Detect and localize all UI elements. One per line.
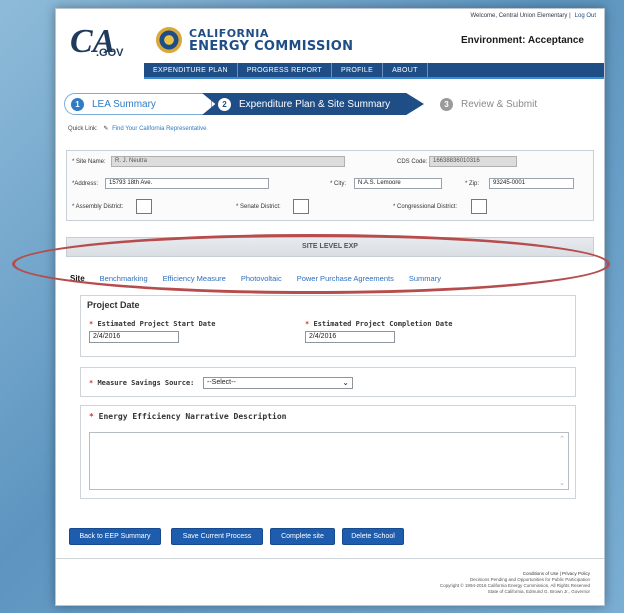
chevron-down-icon: ⌄ — [342, 378, 349, 387]
step-number: 2 — [218, 97, 231, 111]
completion-date-field[interactable]: 2/4/2016 — [305, 331, 395, 343]
step-review-submit[interactable]: 3 Review & Submit — [434, 93, 598, 115]
narrative-textarea[interactable]: ⌃ ⌄ — [89, 432, 569, 490]
assembly-district-label: * Assembly District: — [72, 204, 124, 210]
site-header: CA .GOV CALIFORNIA ENERGY COMMISSION Env… — [56, 23, 604, 63]
footer: Conditions of Use | Privacy Policy Decis… — [440, 571, 590, 595]
congressional-district-field[interactable] — [471, 199, 487, 214]
quick-link-label: Quick Link: — [68, 126, 98, 132]
assembly-district-field[interactable] — [136, 199, 152, 214]
site-name-field[interactable]: R. J. Neutra — [111, 156, 345, 167]
project-date-title: Project Date — [87, 300, 140, 310]
footer-divider — [56, 558, 604, 559]
narrative-title: * Energy Efficiency Narrative Descriptio… — [89, 412, 287, 421]
completion-date-label: * Estimated Project Completion Date — [305, 320, 453, 328]
step-lea-summary[interactable]: 1 LEA Summary — [64, 93, 212, 115]
scroll-down-icon[interactable]: ⌄ — [558, 479, 566, 487]
nav-progress-report[interactable]: PROGRESS REPORT — [238, 63, 332, 77]
complete-site-button[interactable]: Complete site — [270, 528, 335, 545]
cds-code-field[interactable]: 16638836010316 — [429, 156, 517, 167]
step-label: Review & Submit — [461, 98, 538, 110]
measure-savings-selected: --Select-- — [207, 379, 236, 386]
save-current-process-button[interactable]: Save Current Process — [171, 528, 263, 545]
project-date-section: Project Date * Estimated Project Start D… — [80, 295, 576, 357]
site-name-label: * Site Name: — [72, 159, 106, 165]
page-card: Welcome, Central Union Elementary | Log … — [55, 8, 605, 606]
pencil-icon: ✎ — [103, 126, 109, 132]
measure-savings-select[interactable]: --Select-- ⌄ — [203, 377, 353, 389]
senate-district-label: * Senate District: — [236, 204, 281, 210]
top-bar: Welcome, Central Union Elementary | Log … — [56, 9, 604, 23]
step-number: 1 — [71, 97, 84, 111]
city-label: * City: — [330, 181, 347, 187]
congressional-district-label: * Congressional District: — [393, 204, 458, 210]
highlight-oval — [12, 234, 610, 294]
measure-savings-section: * Measure Savings Source: --Select-- ⌄ — [80, 367, 576, 397]
senate-district-field[interactable] — [293, 199, 309, 214]
city-field[interactable]: N.A.S. Lemoore — [354, 178, 442, 189]
energy-commission-logo[interactable]: CALIFORNIA ENERGY COMMISSION — [189, 27, 353, 54]
ca-gov-logo[interactable]: CA .GOV — [70, 23, 132, 65]
address-field[interactable]: 15793 18th Ave. — [105, 178, 269, 189]
back-to-eep-summary-button[interactable]: Back to EEP Summary — [69, 528, 161, 545]
ca-gov-logo-sub: .GOV — [96, 47, 124, 59]
narrative-section: * Energy Efficiency Narrative Descriptio… — [80, 405, 576, 499]
energy-commission-seal-icon — [156, 27, 182, 53]
logout-link[interactable]: Log Out — [575, 13, 596, 19]
nav-expenditure-plan[interactable]: EXPENDITURE PLAN — [144, 63, 238, 77]
nav-about[interactable]: ABOUT — [383, 63, 428, 77]
welcome-text: Welcome, Central Union Elementary | — [470, 13, 571, 19]
nav-profile[interactable]: PROFILE — [332, 63, 384, 77]
find-representative-link[interactable]: Find Your California Representative — [112, 126, 206, 132]
step-label: LEA Summary — [92, 98, 156, 110]
environment-label: Environment: Acceptance — [461, 35, 584, 46]
start-date-label: * Estimated Project Start Date — [89, 320, 216, 328]
address-label: *Address: — [72, 181, 99, 187]
step-expenditure-plan[interactable]: 2 Expenditure Plan & Site Summary — [202, 93, 424, 115]
site-info-panel: * Site Name: R. J. Neutra CDS Code: 1663… — [66, 150, 594, 221]
main-nav: EXPENDITURE PLAN PROGRESS REPORT PROFILE… — [144, 63, 604, 79]
progress-steps: 1 LEA Summary 2 Expenditure Plan & Site … — [64, 93, 598, 115]
measure-savings-label: * Measure Savings Source: — [89, 379, 195, 387]
zip-field[interactable]: 93245-0001 — [489, 178, 574, 189]
footer-governor: State of California, Edmund G. Brown Jr.… — [487, 589, 590, 594]
quick-link-bar: Quick Link: ✎ Find Your California Repre… — [68, 125, 206, 132]
step-label: Expenditure Plan & Site Summary — [239, 98, 391, 110]
scroll-up-icon[interactable]: ⌃ — [558, 435, 566, 443]
zip-label: * Zip: — [465, 181, 480, 187]
delete-school-button[interactable]: Delete School — [342, 528, 404, 545]
step-number: 3 — [440, 97, 453, 111]
start-date-field[interactable]: 2/4/2016 — [89, 331, 179, 343]
commission-line2: ENERGY COMMISSION — [189, 39, 354, 54]
cds-code-label: CDS Code: — [397, 159, 428, 165]
